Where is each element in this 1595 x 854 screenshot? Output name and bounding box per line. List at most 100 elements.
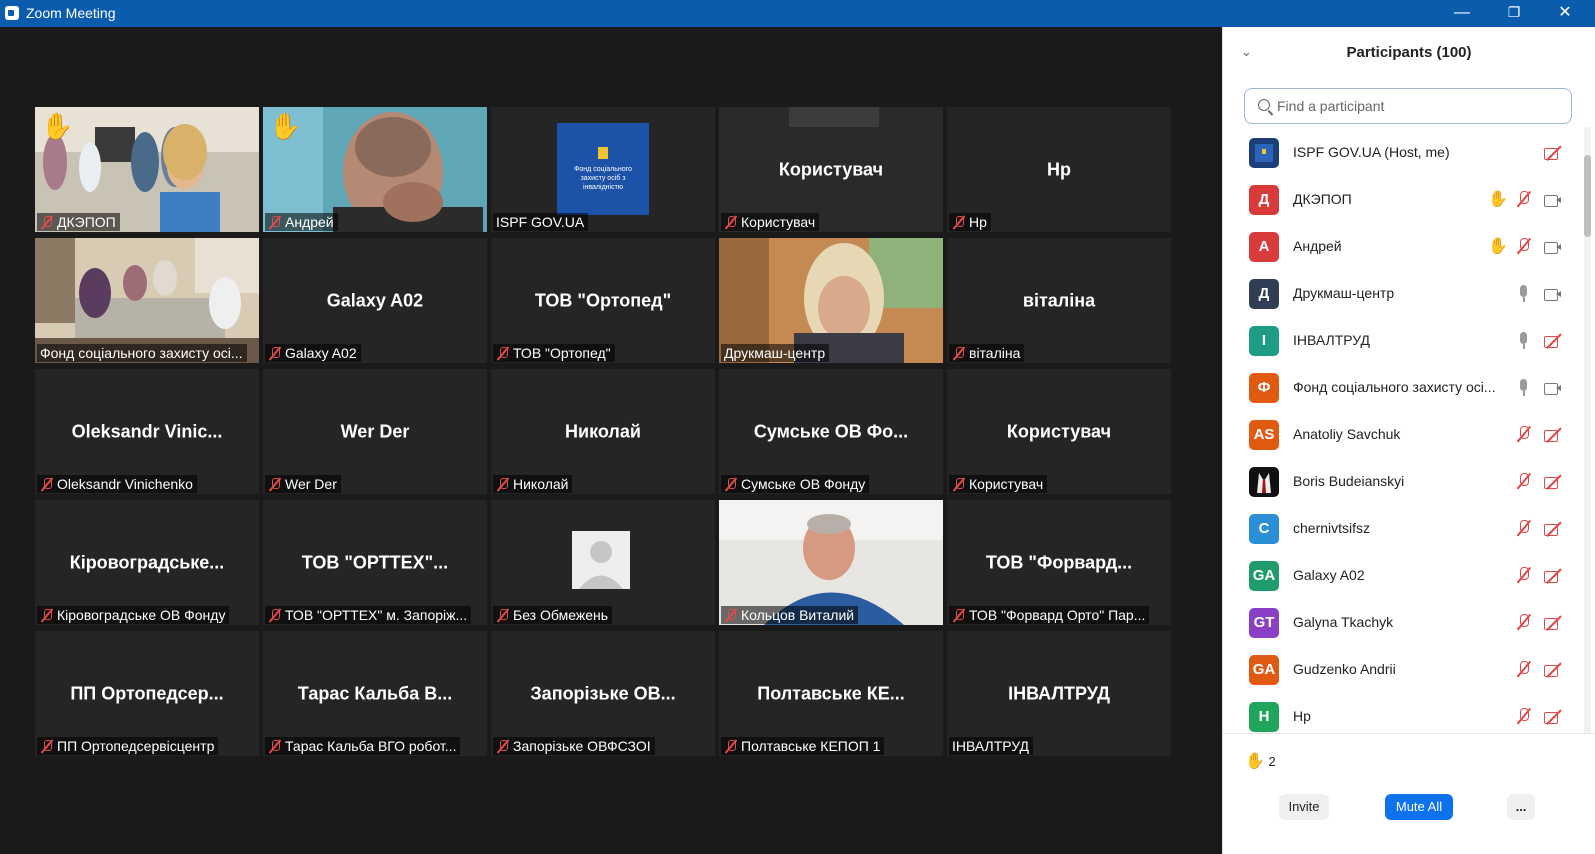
video-tile[interactable]: Кіровоградське... Кіровоградське ОВ Фонду [35,500,259,625]
avatar: GT [1249,608,1279,638]
video-tile[interactable]: ПП Ортопедсер... ПП Ортопедсервісцентр [35,631,259,756]
participant-row[interactable]: Boris Budeianskyi [1223,458,1581,505]
participant-name: Андрей [1293,238,1342,254]
search-icon [1258,99,1270,111]
video-tile[interactable]: Кольцов Виталий [719,500,943,625]
video-tile[interactable]: ТОВ "Форвард... ТОВ "Форвард Орто" Пар... [947,500,1171,625]
video-tile[interactable]: віталіна віталіна [947,238,1171,363]
minimize-button[interactable]: — [1436,0,1488,27]
video-gallery: ✋ ДКЭПОП ✋ Андрей Фонд соціального захисту о… [0,27,1220,854]
scrollbar-thumb[interactable] [1584,155,1591,237]
tile-center-name: ІНВАЛТРУД [1008,683,1110,703]
participant-row[interactable]: ISPF GOV.UA (Host, me) [1223,129,1581,176]
video-tile[interactable]: Galaxy A02 Galaxy A02 [263,238,487,363]
participant-row[interactable]: Н Нр [1223,693,1581,734]
video-tile[interactable]: ТОВ "ОРТТЕХ"... ТОВ "ОРТТЕХ" м. Запоріж..… [263,500,487,625]
restore-button[interactable]: ❐ [1488,0,1540,27]
video-tile[interactable]: Друкмаш-центр [719,238,943,363]
participant-name: ISPF GOV.UA (Host, me) [1293,144,1450,160]
participant-list: ISPF GOV.UA (Host, me) Д ДКЭПОП ✋ А Андрей ✋ Д Д… [1223,129,1581,734]
participant-name: Кіровоградське ОВ Фонду [57,607,226,623]
muted-mic-icon[interactable] [1515,708,1533,726]
participant-list-scrollbar[interactable] [1584,127,1591,733]
camera-off-icon[interactable] [1544,708,1562,726]
muted-mic-icon[interactable] [1515,567,1533,585]
tile-center-name: віталіна [1022,290,1096,310]
camera-off-icon[interactable] [1544,520,1562,538]
video-tile[interactable]: Запорізьке ОВ... Запорізьке ОВФСЗОІ [491,631,715,756]
video-tile[interactable]: ✋ Андрей [263,107,487,232]
camera-off-icon[interactable] [1544,473,1562,491]
camera-icon[interactable] [1544,379,1562,397]
muted-mic-icon[interactable] [1515,614,1533,632]
avatar: Ф [1249,373,1279,403]
camera-off-icon[interactable] [1544,144,1562,162]
participant-row[interactable]: GA Galaxy A02 [1223,552,1581,599]
muted-mic-icon[interactable] [1515,238,1533,256]
camera-off-icon[interactable] [1544,332,1562,350]
raised-hand-icon: ✋ [269,111,302,141]
muted-mic-icon [268,215,282,230]
mic-icon[interactable] [1515,379,1533,397]
camera-off-icon[interactable] [1544,614,1562,632]
video-tile[interactable]: ✋ ДКЭПОП [35,107,259,232]
video-tile[interactable]: Сумське ОВ Фо... Сумське ОВ Фонду [719,369,943,494]
mic-icon[interactable] [1515,332,1533,350]
participant-row[interactable]: І ІНВАЛТРУД [1223,317,1581,364]
participant-row[interactable]: А Андрей ✋ [1223,223,1581,270]
zoom-app-icon [5,6,19,20]
participant-row[interactable]: GA Gudzenko Andrii [1223,646,1581,693]
video-tile[interactable]: Wer Der Wer Der [263,369,487,494]
tile-center-name: ТОВ "Форвард... [985,552,1133,572]
camera-off-icon[interactable] [1544,661,1562,679]
tile-name-label: Полтавське КЕПОП 1 [721,737,885,755]
participant-row[interactable]: AS Anatoliy Savchuk [1223,411,1581,458]
tile-name-label: Wer Der [265,475,341,493]
avatar: GA [1249,655,1279,685]
participant-row[interactable]: Cchernivtsifsz [1223,505,1581,552]
muted-mic-icon[interactable] [1515,473,1533,491]
muted-mic-icon[interactable] [1515,661,1533,679]
video-tile[interactable]: Тарас Кальба В... Тарас Кальба ВГО робот.… [263,631,487,756]
raised-hand-icon: ✋ [1488,191,1508,208]
video-tile[interactable]: Нр Нр [947,107,1171,232]
camera-icon[interactable] [1544,191,1562,209]
participant-name: Николай [513,476,569,492]
video-tile[interactable]: Фонд соціального захисту осіб з інвалідн… [491,107,715,232]
more-options-button[interactable]: ... [1507,794,1535,820]
participant-row[interactable]: Ф Фонд соціального захисту осі... [1223,364,1581,411]
video-tile[interactable]: Без Обмежень [491,500,715,625]
close-button[interactable]: ✕ [1539,0,1591,27]
camera-icon[interactable] [1544,238,1562,256]
camera-off-icon[interactable] [1544,426,1562,444]
muted-mic-icon[interactable] [1515,520,1533,538]
participant-row[interactable]: GT Galyna Tkachyk [1223,599,1581,646]
video-tile[interactable]: Oleksandr Vinic... Oleksandr Vinichenko [35,369,259,494]
participant-search[interactable] [1244,88,1572,124]
video-tile[interactable]: Користувач Користувач [947,369,1171,494]
muted-mic-icon [40,739,54,754]
participant-name: Фонд соціального захисту осі... [1293,379,1496,395]
mute-all-button[interactable]: Mute All [1385,794,1453,820]
camera-off-icon[interactable] [1544,567,1562,585]
camera-icon[interactable] [1544,285,1562,303]
invite-button[interactable]: Invite [1279,794,1329,820]
participant-row[interactable]: Д ДКЭПОП ✋ [1223,176,1581,223]
video-tile[interactable]: Фонд соціального захисту осі... [35,238,259,363]
muted-mic-icon [724,608,738,623]
tile-center-name: Користувач [1006,421,1112,441]
muted-mic-icon[interactable] [1515,191,1533,209]
video-tile[interactable]: Полтавське КЕ... Полтавське КЕПОП 1 [719,631,943,756]
video-tile[interactable]: Николай Николай [491,369,715,494]
video-tile[interactable]: Користувач Користувач [719,107,943,232]
tile-center-name: Полтавське КЕ... [757,683,905,703]
search-input[interactable] [1277,95,1567,117]
tile-name-label: ДКЭПОП [37,213,120,231]
participant-row[interactable]: Д Друкмаш-центр [1223,270,1581,317]
video-tile[interactable]: ТОВ "Ортопед" ТОВ "Ортопед" [491,238,715,363]
muted-mic-icon[interactable] [1515,426,1533,444]
tile-center-name: ПП Ортопедсер... [70,683,224,703]
mic-icon[interactable] [1515,285,1533,303]
tile-name-label: ТОВ "Ортопед" [493,344,615,362]
video-tile[interactable]: ІНВАЛТРУД ІНВАЛТРУД [947,631,1171,756]
